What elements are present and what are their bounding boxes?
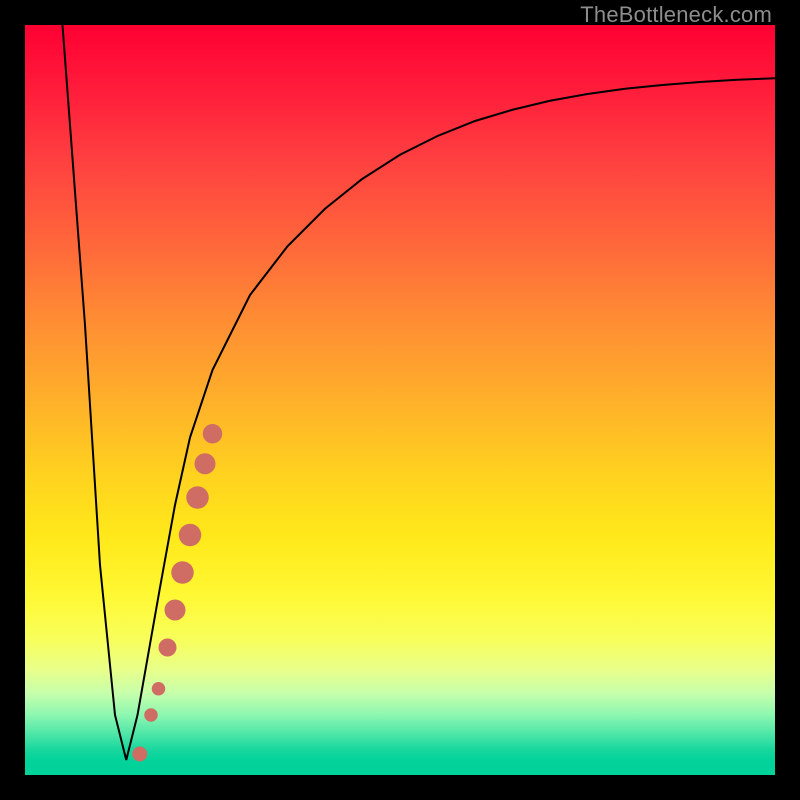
outer-frame: TheBottleneck.com (0, 0, 800, 800)
marker-layer (132, 424, 222, 762)
highlight-point (132, 747, 147, 762)
watermark-text: TheBottleneck.com (580, 2, 772, 28)
highlight-point (171, 561, 194, 584)
highlight-point (144, 708, 157, 722)
highlight-point (179, 524, 202, 547)
chart-svg (25, 25, 775, 775)
plot-area (25, 25, 775, 775)
highlight-point (203, 424, 223, 444)
highlight-point (186, 486, 209, 509)
highlight-point (159, 639, 177, 657)
highlight-point (152, 682, 165, 696)
highlight-point (165, 600, 186, 621)
highlight-point (195, 453, 216, 474)
